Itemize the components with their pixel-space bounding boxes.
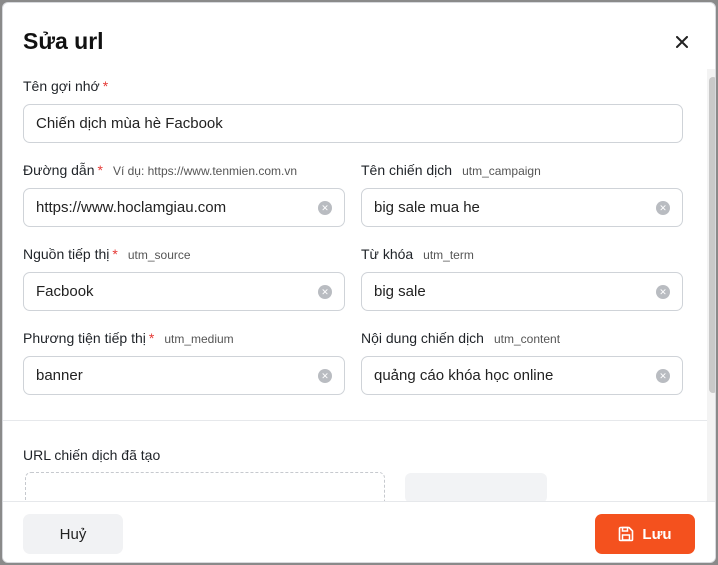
content-field-wrapper: ✕ bbox=[361, 356, 683, 395]
edit-url-dialog: Sửa url Tên gợi nhớ* Đường dẫn*Ví dụ: ht… bbox=[2, 2, 716, 563]
content-hint: utm_content bbox=[493, 332, 561, 346]
clear-icon[interactable]: ✕ bbox=[318, 368, 332, 383]
floppy-disk-icon bbox=[619, 526, 634, 542]
close-icon bbox=[676, 36, 688, 48]
campaign-input[interactable] bbox=[374, 199, 656, 216]
name-field-wrapper bbox=[23, 104, 683, 143]
name-label: Tên gợi nhớ * bbox=[23, 78, 109, 94]
medium-field-wrapper: ✕ bbox=[23, 356, 345, 395]
campaign-field-wrapper: ✕ bbox=[361, 188, 683, 227]
campaign-hint: utm_campaign bbox=[462, 164, 541, 178]
scrollbar-thumb[interactable] bbox=[709, 77, 715, 393]
required-mark: * bbox=[102, 78, 109, 94]
generated-url-box[interactable] bbox=[25, 472, 385, 501]
medium-label: Phương tiện tiếp thị * utm_medium bbox=[23, 330, 234, 346]
clear-icon[interactable]: ✕ bbox=[318, 200, 332, 215]
url-input[interactable] bbox=[36, 199, 318, 216]
close-button[interactable] bbox=[667, 27, 697, 57]
term-hint: utm_term bbox=[423, 248, 474, 262]
content-input[interactable] bbox=[374, 367, 656, 384]
source-field-wrapper: ✕ bbox=[23, 272, 345, 311]
medium-hint: utm_medium bbox=[164, 332, 234, 346]
term-field-wrapper: ✕ bbox=[361, 272, 683, 311]
term-label: Từ khóa utm_term bbox=[361, 246, 474, 262]
section-divider bbox=[3, 420, 707, 421]
content-label: Nội dung chiến dịch utm_content bbox=[361, 330, 561, 346]
result-label: URL chiến dịch đã tạo bbox=[23, 447, 161, 463]
required-mark: * bbox=[148, 330, 155, 346]
clear-icon[interactable]: ✕ bbox=[318, 284, 332, 299]
copy-url-button[interactable] bbox=[405, 473, 547, 501]
cancel-button[interactable]: Huỷ bbox=[23, 514, 123, 554]
source-label: Nguồn tiếp thị * utm_source bbox=[23, 246, 191, 262]
clear-icon[interactable]: ✕ bbox=[656, 368, 670, 383]
required-mark: * bbox=[97, 162, 103, 178]
url-field-wrapper: ✕ bbox=[23, 188, 345, 227]
scrollbar[interactable] bbox=[707, 69, 715, 501]
url-label: Đường dẫn * Ví dụ: https://www.tenmien.com… bbox=[23, 162, 298, 178]
clear-icon[interactable]: ✕ bbox=[656, 284, 670, 299]
name-input[interactable] bbox=[36, 115, 670, 132]
source-input[interactable] bbox=[36, 283, 318, 300]
dialog-body: Tên gợi nhớ* Đường dẫn*Ví dụ: https://ww… bbox=[3, 69, 707, 501]
dialog-title: Sửa url bbox=[23, 28, 104, 54]
term-input[interactable] bbox=[374, 283, 656, 300]
save-label: Lưu bbox=[642, 525, 672, 543]
required-mark: * bbox=[112, 246, 118, 262]
medium-input[interactable] bbox=[36, 367, 318, 384]
dialog-footer: Huỷ Lưu bbox=[3, 501, 715, 562]
clear-icon[interactable]: ✕ bbox=[656, 200, 670, 215]
campaign-label: Tên chiến dịch utm_campaign bbox=[361, 162, 541, 178]
save-button[interactable]: Lưu bbox=[595, 514, 695, 554]
url-hint: Ví dụ: https://www.tenmien.com.vn bbox=[112, 164, 298, 178]
source-hint: utm_source bbox=[127, 248, 191, 262]
